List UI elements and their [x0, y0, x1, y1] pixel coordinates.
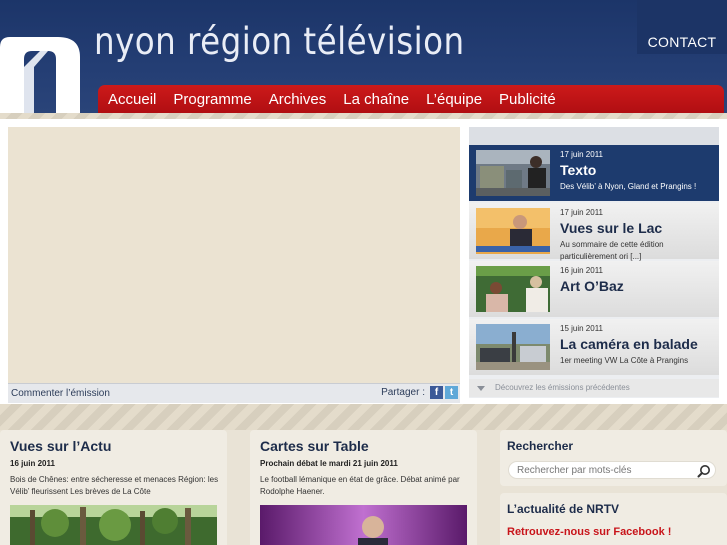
news-card: L’actualité de NRTV Retrouvez-nous sur F… [500, 493, 727, 545]
episode-title: La caméra en balade [560, 336, 698, 352]
search-input[interactable] [517, 464, 697, 477]
nav-item-equipe[interactable]: L’équipe [426, 91, 482, 108]
site-header: nyon région télévision CONTACT Accueil P… [0, 0, 727, 113]
episode-description: Des Vélib’ à Nyon, Gland et Prangins ! [560, 182, 697, 191]
card-summary: Le football lémanique en état de grâce. … [260, 475, 460, 496]
episode-list-header [469, 127, 719, 145]
card-title[interactable]: Vues sur l’Actu [10, 438, 111, 454]
chevron-down-icon [477, 386, 485, 391]
episode-title: Vues sur le Lac [560, 220, 663, 236]
search-card: Rechercher [500, 430, 727, 486]
episode-date: 17 juin 2011 [560, 208, 603, 217]
card-title[interactable]: Cartes sur Table [260, 438, 369, 454]
nav-item-archives[interactable]: Archives [269, 91, 327, 108]
search-box [508, 461, 716, 479]
comment-link[interactable]: Commenter l’émission [11, 388, 110, 399]
episode-thumbnail [476, 266, 550, 312]
episode-thumbnail [476, 150, 550, 196]
forest-thumbnail[interactable] [10, 505, 217, 545]
episode-item[interactable]: 17 juin 2011 Vues sur le Lac Au sommaire… [469, 203, 719, 261]
episode-description: Au sommaire de cette édition particulièr… [560, 240, 664, 261]
vues-sur-actu-card: Vues sur l’Actu 16 juin 2011 Bois de Chê… [0, 430, 227, 545]
search-icon[interactable] [697, 464, 711, 478]
previous-episodes-link[interactable]: Découvrez les émissions précédentes [469, 379, 719, 397]
site-title: nyon région télévision [94, 20, 465, 63]
main-nav: Accueil Programme Archives La chaîne L’é… [98, 85, 724, 113]
nav-item-publicite[interactable]: Publicité [499, 91, 556, 108]
episode-item[interactable]: 17 juin 2011 Texto Des Vélib’ à Nyon, Gl… [469, 145, 719, 201]
facebook-icon[interactable]: f [430, 386, 443, 399]
episode-description: 1er meeting VW La Côte à Prangins [560, 356, 689, 365]
share-label: Partager : [381, 387, 425, 398]
episode-title: Art O’Baz [560, 278, 624, 294]
debate-thumbnail[interactable] [260, 505, 467, 545]
facebook-link[interactable]: Retrouvez-nous sur Facebook ! [507, 526, 671, 538]
nrtv-logo[interactable] [0, 37, 82, 113]
nav-item-programme[interactable]: Programme [173, 91, 251, 108]
episode-item[interactable]: 15 juin 2011 La caméra en balade 1er mee… [469, 319, 719, 375]
episode-thumbnail [476, 208, 550, 254]
video-player[interactable] [8, 127, 460, 383]
contact-button[interactable]: CONTACT [637, 0, 727, 54]
card-date: Prochain débat le mardi 21 juin 2011 [260, 459, 398, 468]
decorative-stripe [0, 404, 727, 430]
episode-list: 17 juin 2011 Texto Des Vélib’ à Nyon, Gl… [469, 127, 719, 398]
episode-date: 15 juin 2011 [560, 324, 603, 333]
twitter-icon[interactable]: t [445, 386, 458, 399]
share-bar: Partager : f t [381, 386, 458, 399]
search-title: Rechercher [507, 439, 574, 453]
episode-date: 16 juin 2011 [560, 266, 603, 275]
cartes-sur-table-card: Cartes sur Table Prochain débat le mardi… [250, 430, 477, 545]
episode-date: 17 juin 2011 [560, 150, 603, 159]
news-title: L’actualité de NRTV [507, 502, 620, 516]
episode-item[interactable]: 16 juin 2011 Art O’Baz [469, 261, 719, 317]
card-date: 16 juin 2011 [10, 459, 55, 468]
player-footer: Commenter l’émission Partager : f t [8, 383, 460, 403]
contact-label: CONTACT [647, 34, 717, 50]
previous-episodes-label: Découvrez les émissions précédentes [495, 383, 630, 392]
nav-item-accueil[interactable]: Accueil [108, 91, 156, 108]
episode-title: Texto [560, 162, 597, 178]
card-summary: Bois de Chênes: entre sécheresse et mena… [10, 475, 219, 496]
main-panel: Commenter l’émission Partager : f t 17 j… [0, 119, 727, 404]
nav-item-la-chaine[interactable]: La chaîne [343, 91, 409, 108]
episode-thumbnail [476, 324, 550, 370]
